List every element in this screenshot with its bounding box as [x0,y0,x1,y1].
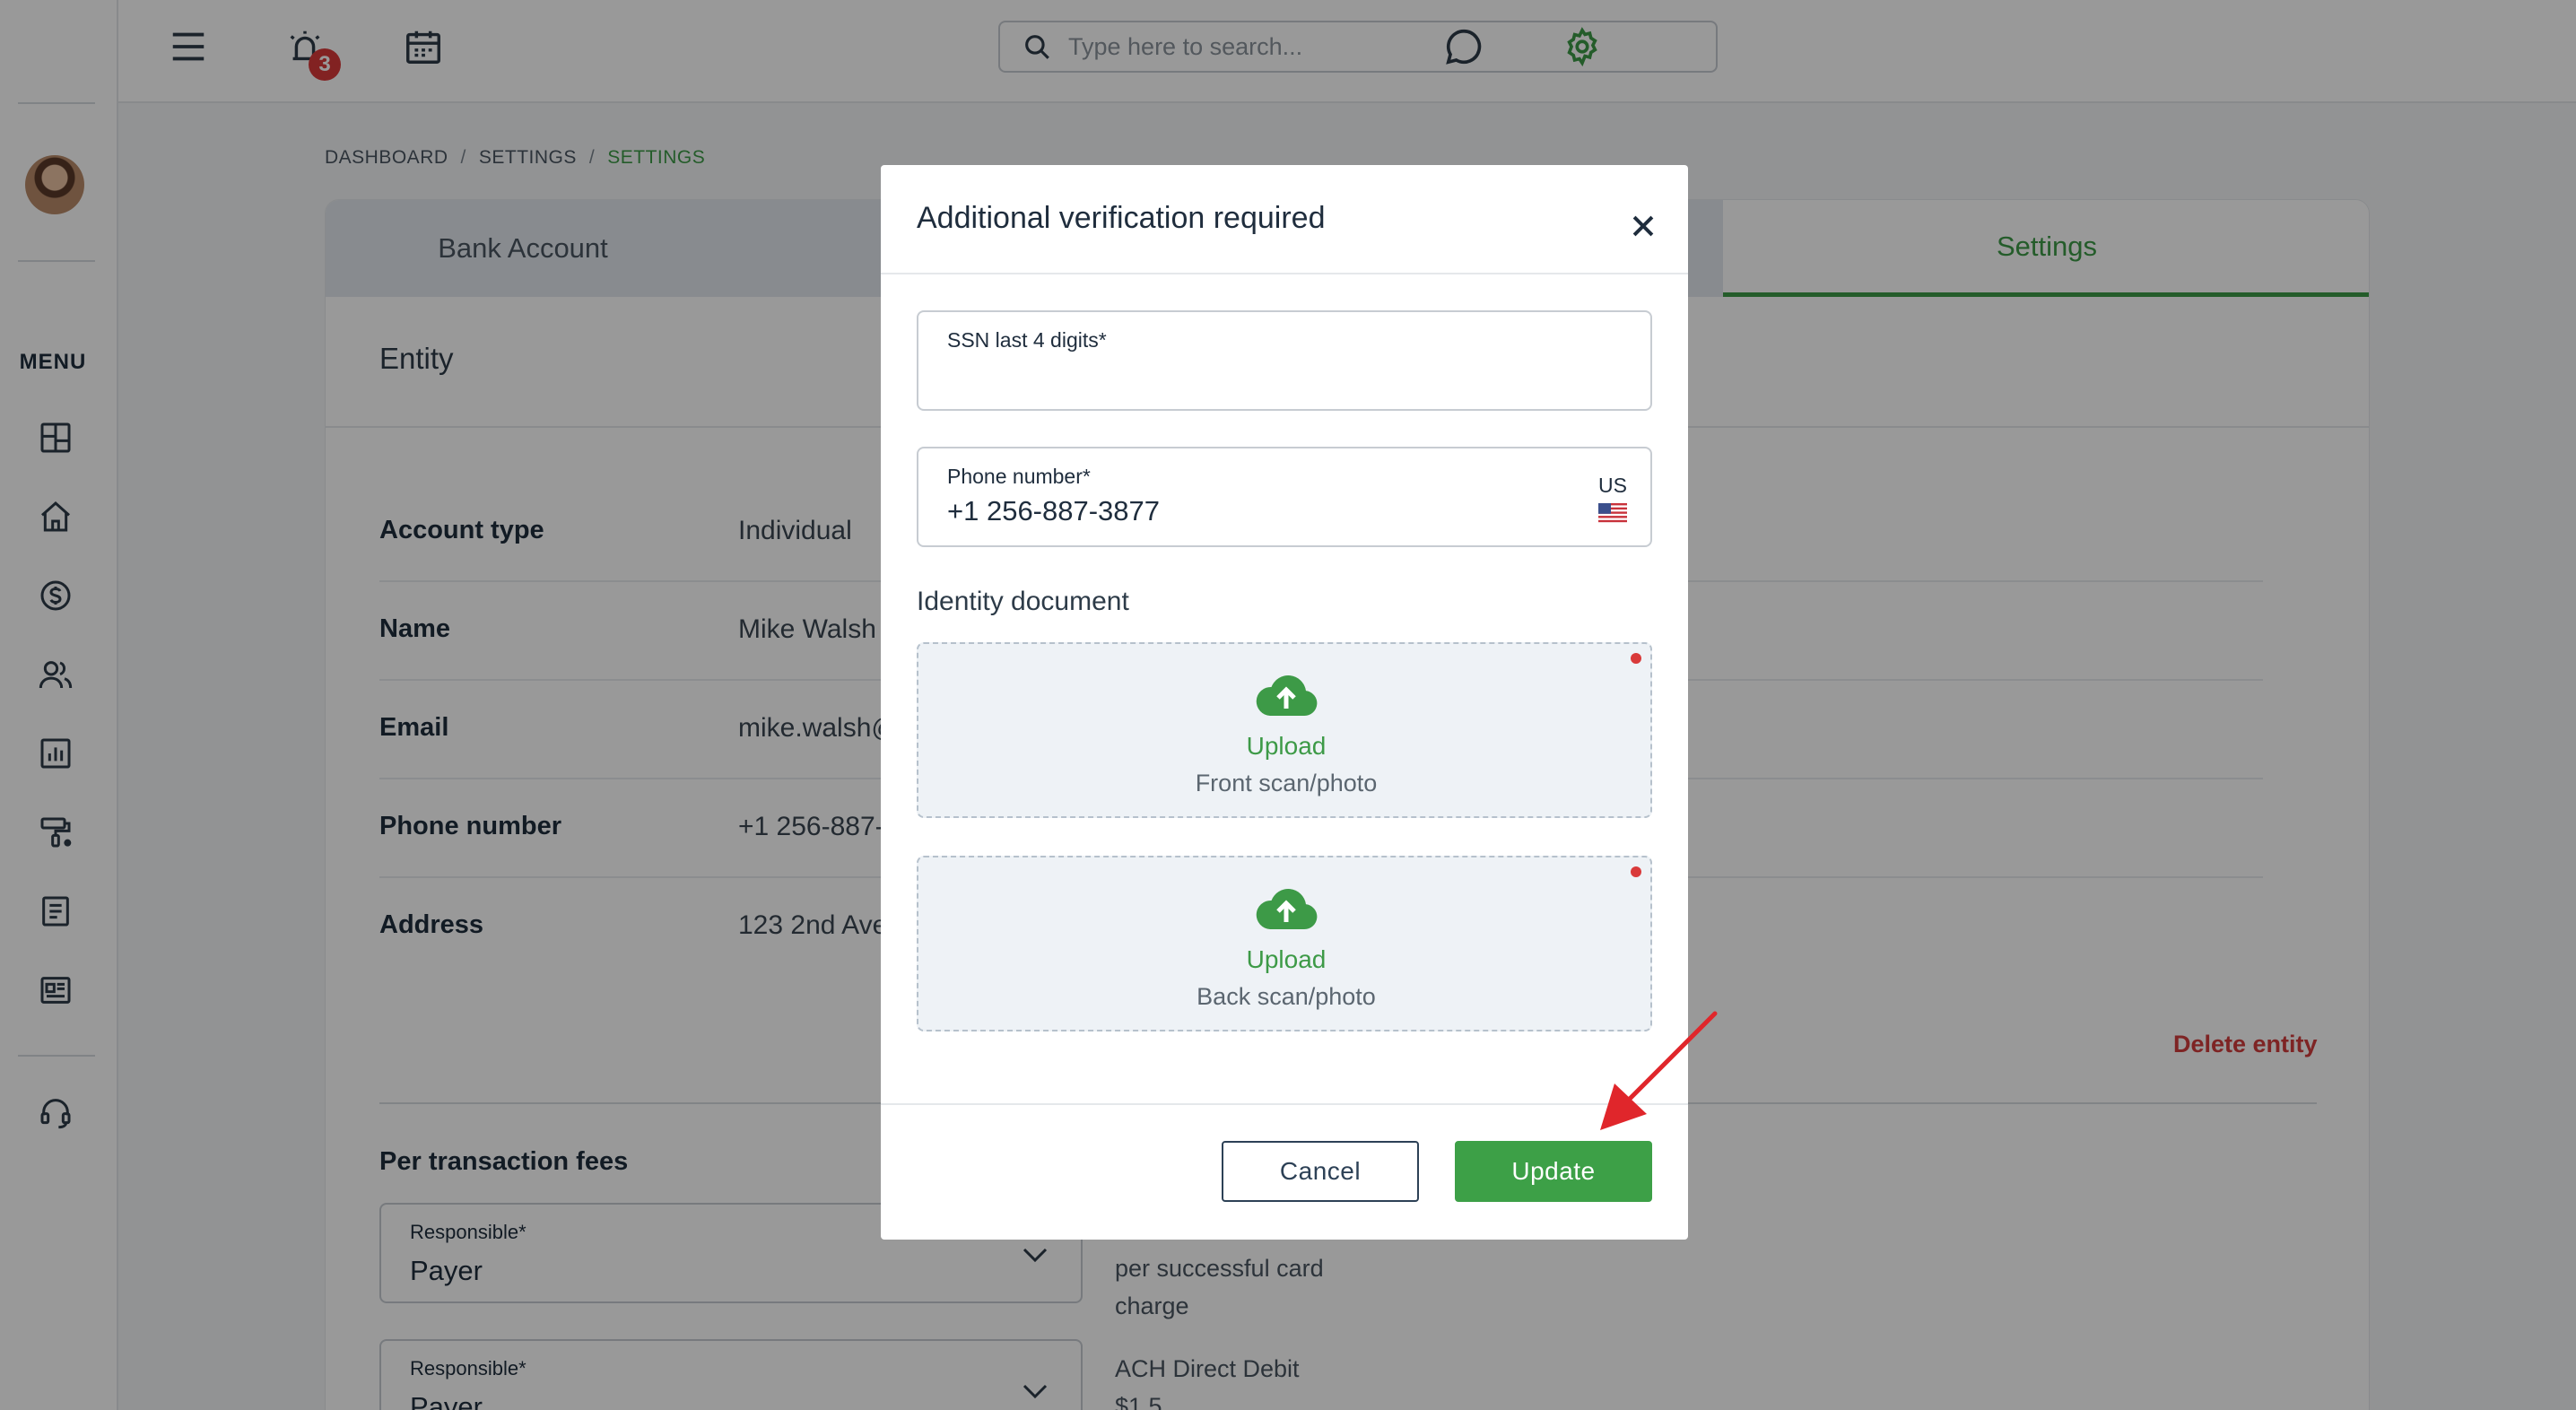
phone-input[interactable] [947,495,1557,527]
verification-modal: Additional verification required SSN las… [881,165,1688,1240]
phone-field[interactable]: Phone number* US [917,447,1652,547]
update-button[interactable]: Update [1455,1141,1652,1202]
modal-header-divider [881,273,1688,274]
upload-action: Upload [1246,732,1327,760]
modal-title: Additional verification required [917,201,1326,235]
ssn-field[interactable]: SSN last 4 digits* [917,310,1652,411]
upload-front-dropzone[interactable]: Upload Front scan/photo [917,642,1652,818]
upload-caption: Front scan/photo [1195,770,1378,796]
cancel-button[interactable]: Cancel [1222,1141,1419,1202]
required-indicator [1631,866,1641,877]
country-selector[interactable]: US [1595,474,1631,523]
required-indicator [1631,653,1641,664]
ssn-label: SSN last 4 digits* [947,328,1107,352]
cloud-upload-icon [1256,675,1318,717]
upload-action: Upload [1246,945,1327,973]
close-icon[interactable] [1622,205,1665,248]
annotation-arrow-icon [1600,1011,1718,1130]
phone-label: Phone number* [947,465,1091,488]
upload-caption: Back scan/photo [1197,983,1376,1010]
ssn-input[interactable] [947,359,1557,391]
cloud-upload-icon [1256,889,1318,930]
us-flag-icon [1598,503,1627,523]
identity-document-title: Identity document [917,587,1129,616]
country-code: US [1598,474,1627,497]
modal-footer-divider [881,1103,1688,1105]
upload-back-dropzone[interactable]: Upload Back scan/photo [917,856,1652,1031]
